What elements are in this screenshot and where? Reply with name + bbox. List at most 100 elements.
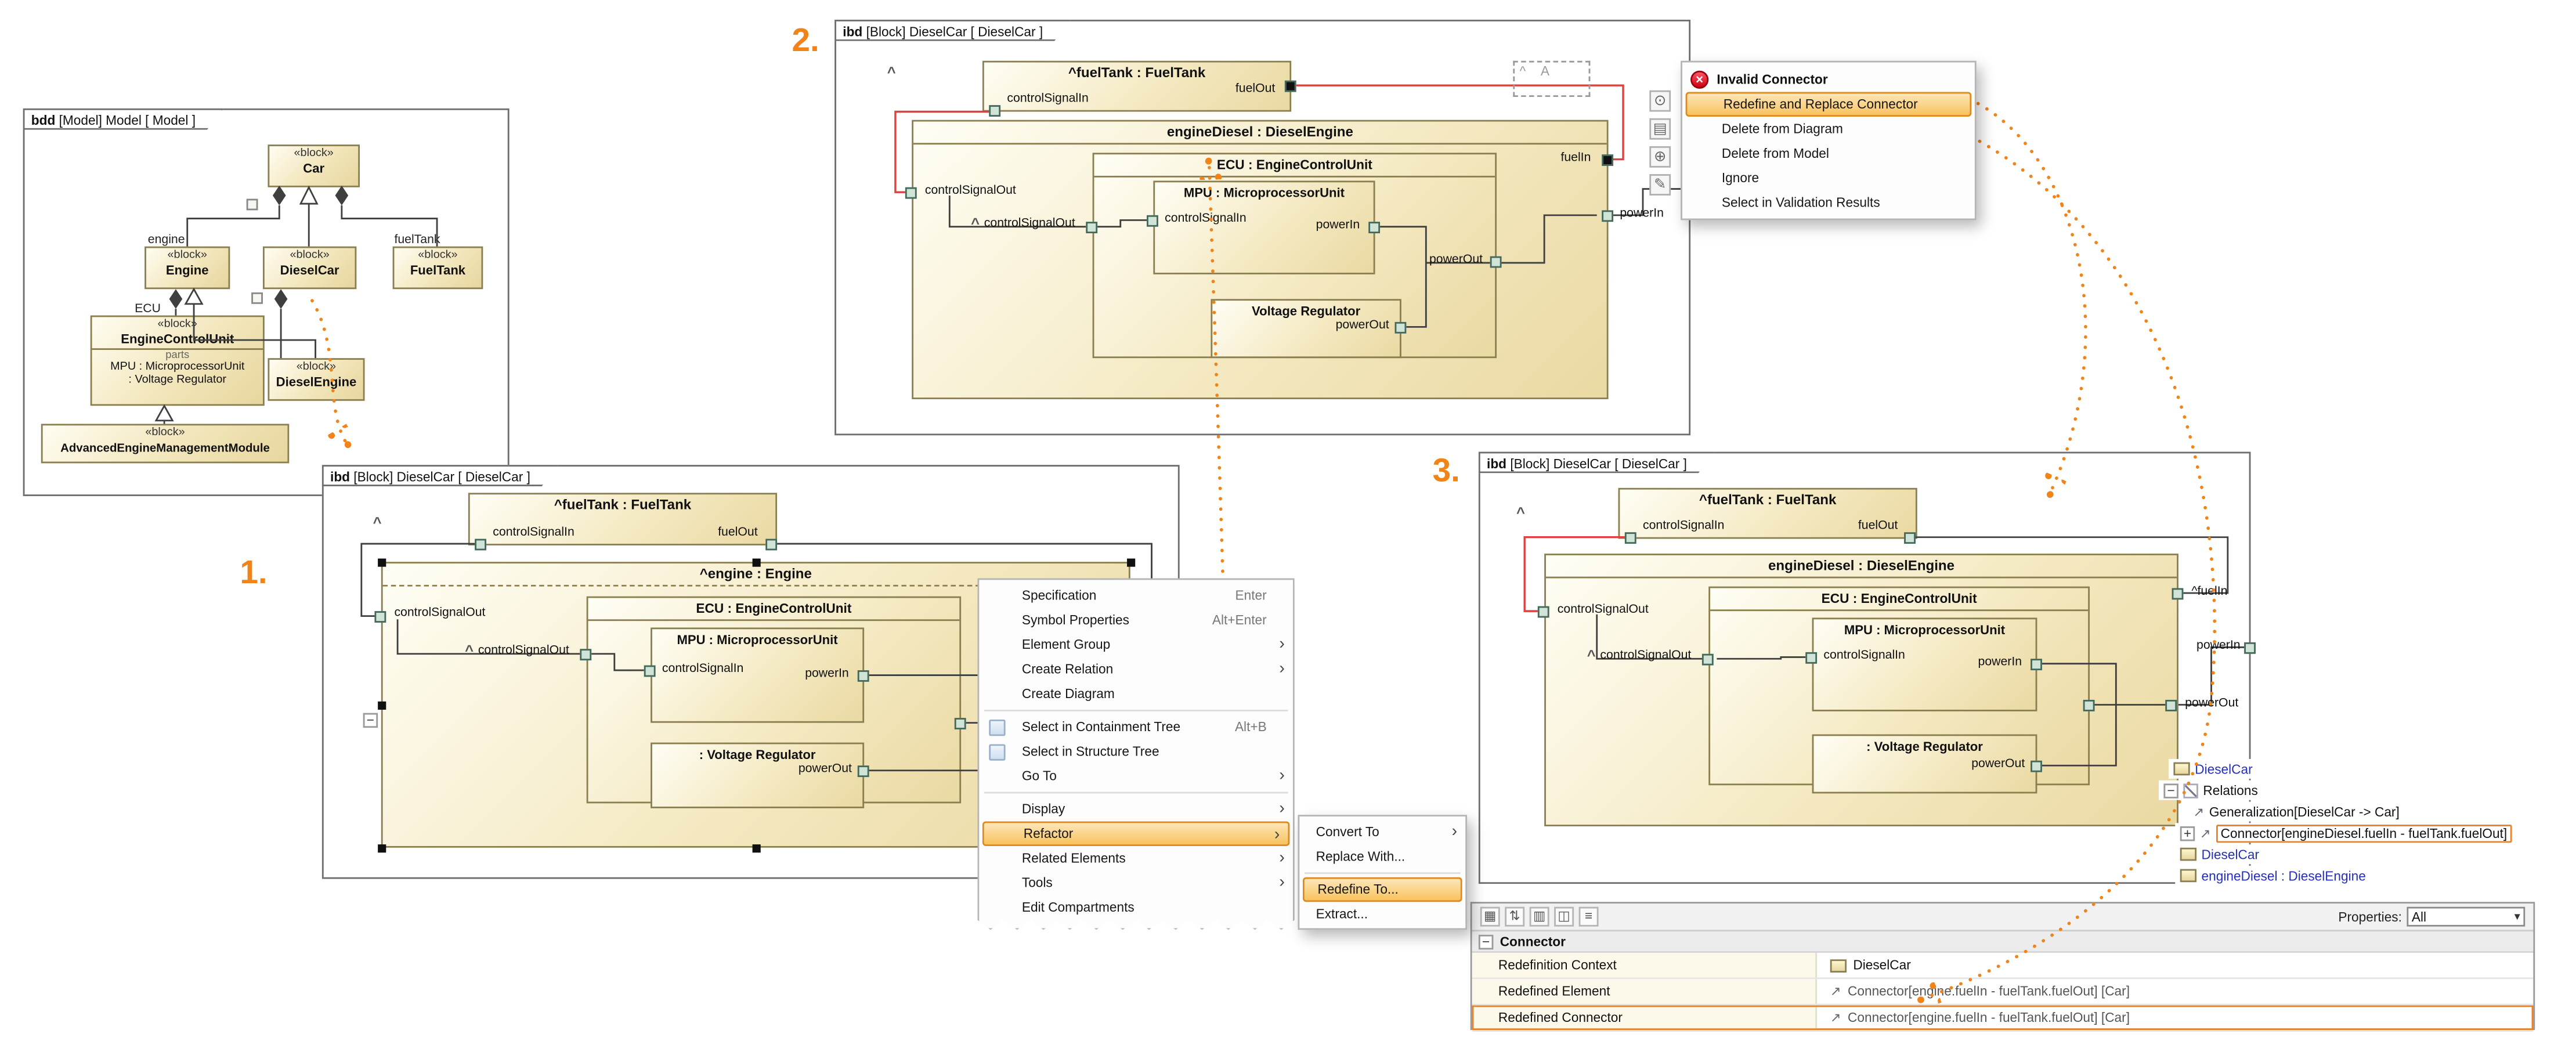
properties-filter-select[interactable]: All ▾ (2407, 907, 2525, 927)
menu-item-redefine-and-replace-connector[interactable]: Redefine and Replace Connector (1686, 92, 1972, 117)
menu-item-delete-from-diagram[interactable]: Delete from Diagram (1682, 117, 1975, 141)
rows-icon[interactable]: ▥ (1530, 907, 1549, 927)
ibd3-frame-powerin-port[interactable] (2244, 642, 2256, 654)
ibd3-ecu-powerout-port[interactable] (2083, 700, 2095, 711)
port-label: powerOut (1429, 253, 1483, 266)
ibd3-fueltank-fuelout-port[interactable] (1904, 532, 1916, 544)
bdd-block-enginecontrolunit[interactable]: «block» EngineControlUnit parts MPU : Mi… (91, 316, 265, 406)
validation-zoom-icon[interactable]: ⊕ (1649, 146, 1671, 168)
tree-item-connector[interactable]: + ↗ Connector[engineDiesel.fuelIn - fuel… (2175, 823, 2517, 843)
ibd3-mpu-powerin-port[interactable] (2031, 659, 2042, 670)
ibd3-vr-powerout-port[interactable] (2031, 761, 2042, 772)
selection-handle[interactable] (378, 559, 386, 567)
collapse-toggle[interactable]: − (1479, 934, 1493, 948)
properties-section-connector[interactable]: − Connector (1472, 931, 2534, 953)
menu-item-tools[interactable]: Tools (979, 870, 1293, 895)
connector-endpoint-handle[interactable] (1603, 156, 1612, 164)
tree-item-enginediesel[interactable]: engineDiesel : DieselEngine (2175, 866, 2371, 886)
menu-item-extract[interactable]: Extract... (1299, 902, 1465, 926)
menu-item-convert-to[interactable]: Convert To (1299, 820, 1465, 844)
ibd2-ecu-controlsignalout-port[interactable] (1086, 222, 1097, 233)
structure-tree-icon (989, 743, 1005, 760)
ibd3-engine-fuelin-port[interactable] (2172, 588, 2184, 599)
bdd-block-advancedenginemanagementmodule[interactable]: «block» AdvancedEngineManagementModule (41, 424, 289, 463)
collapse-toggle[interactable]: − (2163, 783, 2178, 797)
ibd1-mpu-controlsignalin-port[interactable] (644, 666, 656, 677)
connector-endpoint-handle[interactable] (1287, 82, 1295, 91)
ibd2-engine-powerin-port[interactable] (1602, 210, 1613, 222)
properties-toolbar: ▦ ⇅ ▥ ◫ ≡ Properties: All ▾ (1472, 904, 2534, 931)
menu-item-go-to[interactable]: Go To (979, 764, 1293, 788)
selection-handle[interactable] (753, 559, 761, 567)
menu-item-select-in-structure-tree[interactable]: Select in Structure Tree (979, 739, 1293, 764)
ibd3-engine-powerout-port[interactable] (2165, 700, 2177, 711)
tree-item-relations[interactable]: − Relations (2159, 780, 2263, 800)
tree-item-dieselcar[interactable]: DieselCar (2169, 759, 2257, 779)
ibd3-fueltank-controlsignalin-port[interactable] (1625, 532, 1636, 544)
ibd3-engine-controlsignalout-port[interactable] (1538, 606, 1549, 618)
ibd2-ecu-powerout-port[interactable] (1490, 256, 1502, 268)
ibd3-ecu-controlsignalout-port[interactable] (1702, 654, 1714, 666)
validation-popup-header: × Invalid Connector (1682, 66, 1975, 92)
property-row-redefined-element[interactable]: Redefined Element ↗Connector[engine.fuel… (1472, 979, 2534, 1005)
grid-view-icon[interactable]: ▦ (1480, 907, 1500, 927)
property-row-redefined-connector[interactable]: Redefined Connector ↗Connector[engine.fu… (1472, 1006, 2534, 1032)
menu-item-create-diagram[interactable]: Create Diagram (979, 682, 1293, 706)
menu-item-related-elements[interactable]: Related Elements (979, 846, 1293, 870)
collapse-compartment-toggle[interactable]: − (363, 713, 378, 728)
menu-item-replace-with[interactable]: Replace With... (1299, 844, 1465, 869)
menu-item-element-group[interactable]: Element Group (979, 633, 1293, 657)
properties-panel: ▦ ⇅ ▥ ◫ ≡ Properties: All ▾ − Connector … (1471, 902, 2535, 1030)
validation-list-icon[interactable]: ▤ (1649, 118, 1671, 140)
validation-magnifier-icon[interactable]: ⊙ (1649, 91, 1671, 112)
menu-item-select-in-validation-results[interactable]: Select in Validation Results (1682, 190, 1975, 215)
menu-item-refactor[interactable]: Refactor (982, 822, 1289, 846)
port-label: ^fuelIn (2192, 585, 2228, 598)
selection-handle[interactable] (378, 844, 386, 852)
port-label: fuelOut (718, 526, 757, 539)
selection-handle[interactable] (753, 844, 761, 852)
menu-item-display[interactable]: Display (979, 797, 1293, 821)
menu-item-select-in-containment-tree[interactable]: Select in Containment TreeAlt+B (979, 714, 1293, 739)
bdd-block-dieselengine[interactable]: «block» DieselEngine (268, 358, 364, 401)
menu-item-ignore[interactable]: Ignore (1682, 166, 1975, 190)
invalid-icon: × (1690, 70, 1708, 88)
selection-handle[interactable] (1127, 559, 1135, 567)
menu-item-delete-from-model[interactable]: Delete from Model (1682, 141, 1975, 165)
menu-item-specification[interactable]: SpecificationEnter (979, 583, 1293, 608)
ibd1-fueltank-fuelout-port[interactable] (765, 539, 777, 551)
bdd-block-car[interactable]: «block» Car (268, 144, 360, 187)
menu-item-redefine-to[interactable]: Redefine To... (1303, 877, 1462, 902)
bdd-block-fueltank[interactable]: «block» FuelTank (393, 247, 483, 290)
ibd2-vr-powerout-port[interactable] (1395, 322, 1407, 334)
ibd1-fueltank-controlsignalin-port[interactable] (475, 539, 486, 551)
tree-item-generalization[interactable]: ↗ Generalization[DieselCar -> Car] (2188, 802, 2404, 822)
property-row-redefinition-context[interactable]: Redefinition Context DieselCar (1472, 953, 2534, 979)
ibd2-fueltank-controlsignalin-port[interactable] (989, 105, 1000, 117)
connector-label-selection[interactable]: ^A (1513, 61, 1590, 97)
port-label: controlSignalIn (493, 526, 574, 539)
validation-edit-icon[interactable]: ✎ (1649, 174, 1671, 196)
tree-item-dieselcar-2[interactable]: DieselCar (2175, 844, 2264, 864)
bdd-block-engine[interactable]: «block» Engine (144, 247, 230, 290)
sort-icon[interactable]: ⇅ (1505, 907, 1524, 927)
selection-handle[interactable] (378, 702, 386, 710)
ibd1-mpu-powerin-port[interactable] (858, 670, 869, 682)
ibd1-ecu-powerout-port[interactable] (955, 718, 966, 729)
ibd2-mpu-powerin-port[interactable] (1368, 222, 1380, 233)
bdd-block-dieselcar[interactable]: «block» DieselCar (263, 247, 356, 290)
ibd1-engine-controlsignalout-port[interactable] (374, 611, 386, 623)
ibd3-mpu-controlsignalin-port[interactable] (1805, 652, 1817, 664)
expand-toggle[interactable]: + (2180, 826, 2195, 840)
ibd2-mpu-controlsignalin-port[interactable] (1147, 215, 1158, 227)
menu-item-edit-compartments[interactable]: Edit Compartments (979, 895, 1293, 920)
ibd2-engine-controlsignalout-port[interactable] (905, 187, 917, 199)
menu-item-create-relation[interactable]: Create Relation (979, 657, 1293, 681)
menu-item-symbol-properties[interactable]: Symbol PropertiesAlt+Enter (979, 608, 1293, 632)
ibd1-ecu-controlsignalout-port[interactable] (580, 649, 591, 660)
options-icon[interactable]: ≡ (1579, 907, 1599, 927)
connector-icon: ↗ (2200, 826, 2211, 840)
columns-icon[interactable]: ◫ (1554, 907, 1574, 927)
ibd1-vr-powerout-port[interactable] (858, 765, 869, 777)
app-canvas: bdd [Model] Model [ Model ] «block» Car … (0, 0, 2576, 1048)
